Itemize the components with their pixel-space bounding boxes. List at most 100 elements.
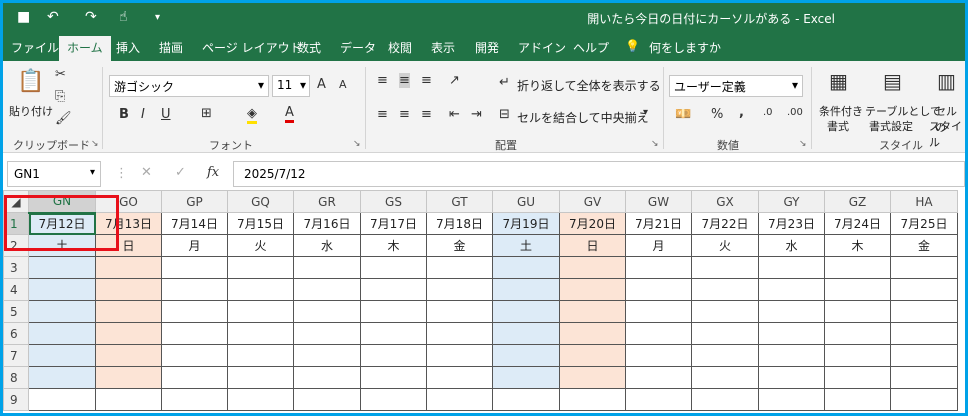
empty-cell[interactable]: [890, 300, 958, 323]
number-launcher-icon[interactable]: ↘: [799, 139, 807, 149]
empty-cell[interactable]: [890, 388, 958, 411]
undo-icon[interactable]: ↶: [47, 9, 59, 25]
weekday-cell[interactable]: 木: [824, 234, 891, 257]
formula-input[interactable]: 2025/7/12: [233, 161, 965, 187]
empty-cell[interactable]: [293, 300, 361, 323]
empty-cell[interactable]: [95, 256, 162, 279]
weekday-cell[interactable]: 木: [360, 234, 427, 257]
weekday-cell[interactable]: 火: [227, 234, 294, 257]
enter-icon[interactable]: ✓: [175, 165, 186, 180]
cell-styles-icon[interactable]: ▥: [937, 69, 956, 93]
copy-icon[interactable]: ⎘: [55, 89, 65, 104]
empty-cell[interactable]: [758, 322, 825, 345]
weekday-cell[interactable]: 水: [293, 234, 361, 257]
empty-cell[interactable]: [492, 300, 560, 323]
fill-color-icon[interactable]: ◈: [247, 106, 257, 124]
empty-cell[interactable]: [360, 278, 427, 301]
align-center-icon[interactable]: ≡: [399, 107, 410, 122]
empty-cell[interactable]: [426, 322, 493, 345]
empty-cell[interactable]: [890, 322, 958, 345]
row-header-7[interactable]: 7: [3, 344, 29, 367]
empty-cell[interactable]: [492, 366, 560, 389]
date-cell[interactable]: 7月18日: [426, 212, 493, 235]
format-painter-icon[interactable]: 🖌: [55, 111, 72, 126]
date-cell[interactable]: 7月25日: [890, 212, 958, 235]
tab-page-layout[interactable]: ページ レイアウト: [202, 39, 302, 56]
tab-help[interactable]: ヘルプ: [573, 39, 609, 56]
borders-icon[interactable]: ⊞: [201, 106, 212, 121]
empty-cell[interactable]: [758, 300, 825, 323]
empty-cell[interactable]: [293, 322, 361, 345]
empty-cell[interactable]: [95, 366, 162, 389]
empty-cell[interactable]: [625, 388, 692, 411]
empty-cell[interactable]: [426, 256, 493, 279]
cut-icon[interactable]: ✂: [55, 67, 66, 82]
tell-me-search[interactable]: 何をしますか: [649, 39, 721, 56]
empty-cell[interactable]: [758, 388, 825, 411]
decrease-font-icon[interactable]: A: [339, 78, 347, 91]
empty-cell[interactable]: [559, 322, 626, 345]
font-size-select[interactable]: 11 ▾: [272, 75, 310, 97]
date-cell[interactable]: 7月19日: [492, 212, 560, 235]
empty-cell[interactable]: [559, 388, 626, 411]
empty-cell[interactable]: [360, 388, 427, 411]
insert-function-button[interactable]: fx: [207, 165, 219, 180]
empty-cell[interactable]: [691, 278, 759, 301]
name-box[interactable]: GN1 ▾: [7, 161, 101, 187]
empty-cell[interactable]: [28, 256, 96, 279]
tab-home[interactable]: ホーム: [59, 36, 111, 61]
decrease-indent-icon[interactable]: ⇤: [449, 107, 460, 122]
empty-cell[interactable]: [625, 322, 692, 345]
empty-cell[interactable]: [691, 300, 759, 323]
empty-cell[interactable]: [28, 322, 96, 345]
empty-cell[interactable]: [227, 278, 294, 301]
empty-cell[interactable]: [691, 344, 759, 367]
merge-center-icon[interactable]: ⊟: [499, 107, 510, 122]
empty-cell[interactable]: [293, 366, 361, 389]
empty-cell[interactable]: [293, 388, 361, 411]
tab-file[interactable]: ファイル: [11, 39, 59, 56]
empty-cell[interactable]: [824, 300, 891, 323]
font-name-select[interactable]: 游ゴシック ▾: [109, 75, 269, 97]
empty-cell[interactable]: [559, 278, 626, 301]
empty-cell[interactable]: [691, 322, 759, 345]
increase-indent-icon[interactable]: ⇥: [471, 107, 482, 122]
empty-cell[interactable]: [890, 366, 958, 389]
empty-cell[interactable]: [426, 278, 493, 301]
date-cell[interactable]: 7月14日: [161, 212, 228, 235]
empty-cell[interactable]: [28, 300, 96, 323]
wrap-text-button[interactable]: 折り返して全体を表示する: [517, 77, 661, 94]
column-header-gu[interactable]: GU: [492, 190, 560, 213]
column-header-gx[interactable]: GX: [691, 190, 759, 213]
tab-developer[interactable]: 開発: [475, 39, 499, 56]
date-cell[interactable]: 7月20日: [559, 212, 626, 235]
date-cell[interactable]: 7月16日: [293, 212, 361, 235]
empty-cell[interactable]: [824, 366, 891, 389]
bold-button[interactable]: B: [119, 107, 129, 122]
cancel-icon[interactable]: ✕: [141, 165, 152, 180]
tab-review[interactable]: 校閲: [388, 39, 412, 56]
orientation-icon[interactable]: ↗: [449, 73, 460, 88]
redo-icon[interactable]: ↷: [85, 9, 97, 25]
weekday-cell[interactable]: 月: [625, 234, 692, 257]
empty-cell[interactable]: [824, 278, 891, 301]
empty-cell[interactable]: [625, 344, 692, 367]
customize-quick-access-icon[interactable]: ▾: [155, 12, 160, 23]
row-header-3[interactable]: 3: [3, 256, 29, 279]
weekday-cell[interactable]: 金: [890, 234, 958, 257]
increase-font-icon[interactable]: A: [317, 77, 326, 92]
empty-cell[interactable]: [824, 344, 891, 367]
column-header-gy[interactable]: GY: [758, 190, 825, 213]
empty-cell[interactable]: [95, 300, 162, 323]
empty-cell[interactable]: [360, 256, 427, 279]
column-header-gw[interactable]: GW: [625, 190, 692, 213]
empty-cell[interactable]: [559, 256, 626, 279]
column-header-gr[interactable]: GR: [293, 190, 361, 213]
tab-view[interactable]: 表示: [431, 39, 455, 56]
empty-cell[interactable]: [691, 256, 759, 279]
empty-cell[interactable]: [890, 344, 958, 367]
empty-cell[interactable]: [492, 322, 560, 345]
empty-cell[interactable]: [293, 278, 361, 301]
empty-cell[interactable]: [360, 322, 427, 345]
date-cell[interactable]: 7月21日: [625, 212, 692, 235]
